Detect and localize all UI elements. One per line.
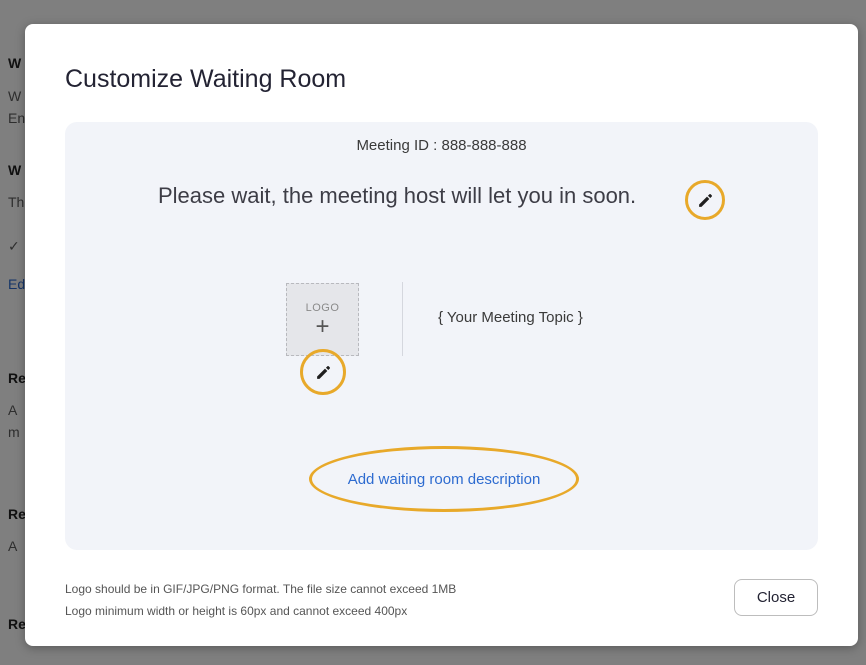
dialog-title: Customize Waiting Room xyxy=(65,65,347,93)
add-description-link[interactable]: Add waiting room description xyxy=(348,471,541,488)
add-description-highlight: Add waiting room description xyxy=(309,446,579,512)
close-button[interactable]: Close xyxy=(734,579,818,616)
logo-upload-box[interactable]: LOGO + xyxy=(286,283,359,356)
waiting-room-preview: Meeting ID : 888-888-888 Please wait, th… xyxy=(65,122,818,550)
wait-message: Please wait, the meeting host will let y… xyxy=(158,183,637,208)
pencil-icon xyxy=(316,365,330,379)
pencil-icon xyxy=(698,193,712,207)
logo-size-note: Logo minimum width or height is 60px and… xyxy=(65,604,408,618)
edit-logo-button[interactable] xyxy=(300,349,346,395)
edit-message-button[interactable] xyxy=(685,180,725,220)
divider xyxy=(402,282,403,356)
plus-icon: + xyxy=(315,313,330,340)
meeting-topic: { Your Meeting Topic } xyxy=(438,309,583,326)
customize-waiting-room-dialog: Customize Waiting Room Meeting ID : 888-… xyxy=(25,24,858,646)
meeting-id: Meeting ID : 888-888-888 xyxy=(356,137,527,154)
logo-format-note: Logo should be in GIF/JPG/PNG format. Th… xyxy=(65,582,457,596)
